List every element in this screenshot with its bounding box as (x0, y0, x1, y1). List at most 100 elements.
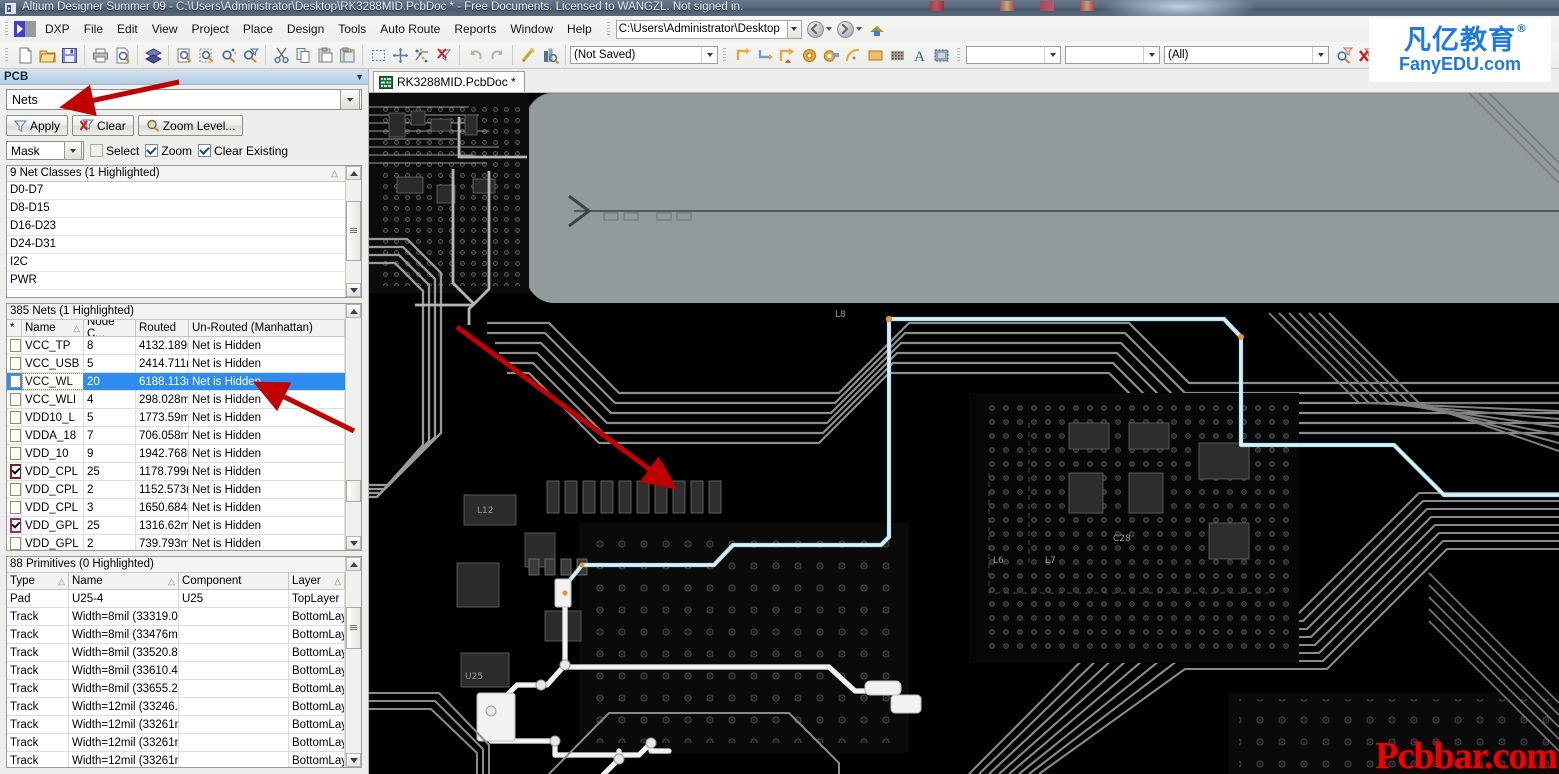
zoom-checkbox-box[interactable] (145, 144, 159, 157)
cut-button[interactable] (270, 44, 292, 66)
primitive-name[interactable]: Width=8mil (33476mil,: (69, 626, 179, 643)
net-row-unrouted[interactable]: Net is Hidden (189, 481, 345, 498)
mask-mode-combo[interactable]: Mask (6, 141, 84, 160)
net-row-checkbox[interactable] (7, 409, 22, 426)
checkbox-icon[interactable] (10, 393, 21, 406)
net-row-unrouted[interactable]: Net is Hidden (189, 409, 345, 426)
clear-existing-checkbox[interactable]: Clear Existing (198, 144, 288, 158)
table-row[interactable]: Pad U25-4 U25 TopLayer (7, 590, 345, 608)
select-area-button[interactable] (367, 44, 389, 66)
zoom-checkbox[interactable]: Zoom (145, 144, 192, 158)
net-row-nodes[interactable]: 4 (84, 391, 136, 408)
list-item[interactable]: D24-D31 (7, 236, 345, 254)
primitive-type[interactable]: Track (7, 716, 69, 733)
mask-mode-dropdown[interactable] (64, 141, 82, 160)
print-preview-button[interactable] (111, 44, 133, 66)
forward-history-caret-icon[interactable] (855, 27, 862, 31)
table-row[interactable]: Track Width=8mil (33520.8m BottomLay (7, 644, 345, 662)
net-row-nodes[interactable]: 5 (84, 409, 136, 426)
net-row-nodes[interactable]: 2 (84, 535, 136, 550)
primitive-component[interactable] (179, 644, 289, 661)
primitive-layer[interactable]: TopLayer (289, 590, 345, 607)
primitives-col-type[interactable]: Type △ (7, 573, 69, 589)
net-classes-scroll-up[interactable] (346, 166, 361, 180)
primitive-component[interactable] (179, 626, 289, 643)
net-row-routed[interactable]: 2414.711r (136, 355, 189, 372)
menu-item-project[interactable]: Project (185, 19, 236, 39)
table-row[interactable]: VDD_GPL 2 739.793m Net is Hidden (7, 535, 345, 550)
net-row-unrouted[interactable]: Net is Hidden (189, 337, 345, 354)
net-row-nodes[interactable]: 5 (84, 355, 136, 372)
object-kind-dropdown[interactable] (340, 89, 360, 110)
net-row-routed[interactable]: 1316.62m (136, 517, 189, 534)
place-polygon-button[interactable] (886, 44, 908, 66)
list-item[interactable]: I2C (7, 254, 345, 272)
net-row-nodes[interactable]: 8 (84, 337, 136, 354)
primitive-layer[interactable]: BottomLay (289, 644, 345, 661)
move-button[interactable] (389, 44, 411, 66)
net-row-nodes[interactable]: 25 (84, 517, 136, 534)
net-row-checkbox[interactable] (7, 373, 22, 390)
menu-item-place[interactable]: Place (236, 19, 280, 39)
table-row[interactable]: VDD_CPL 25 1178.799r Net is Hidden (7, 463, 345, 481)
net-row-routed[interactable]: 1178.799r (136, 463, 189, 480)
primitive-type[interactable]: Pad (7, 590, 69, 607)
primitive-layer[interactable]: BottomLay (289, 734, 345, 751)
net-row-name[interactable]: VDD_GPL (22, 517, 84, 534)
primitive-name[interactable]: Width=8mil (33520.8m (69, 644, 179, 661)
net-row-unrouted[interactable]: Net is Hidden (189, 499, 345, 516)
net-row-unrouted[interactable]: Net is Hidden (189, 445, 345, 462)
table-row[interactable]: Track Width=12mil (33261mil BottomLay (7, 716, 345, 734)
home-button[interactable] (868, 20, 886, 38)
checkbox-icon[interactable] (9, 518, 21, 533)
zoom-area-button[interactable] (195, 44, 217, 66)
nets-name-sort-icon[interactable]: △ (73, 323, 80, 334)
table-row[interactable]: Track Width=12mil (33261mil BottomLay (7, 734, 345, 752)
menu-item-help[interactable]: Help (560, 19, 599, 39)
menu-item-file[interactable]: File (77, 19, 110, 39)
object-kind-combo[interactable]: Nets (6, 89, 362, 110)
nets-col-unrouted[interactable]: Un-Routed (Manhattan) (189, 320, 345, 336)
net-row-name[interactable]: VDDA_18 (22, 427, 84, 444)
nets-scroll-thumb[interactable] (346, 480, 361, 502)
toolbar-grip-3[interactable] (955, 46, 963, 64)
primitives-col-component[interactable]: Component (179, 573, 289, 589)
clear-existing-checkbox-box[interactable] (198, 144, 212, 157)
net-classes-scrollbar[interactable] (345, 166, 361, 297)
net-row-checkbox[interactable] (7, 427, 22, 444)
net-row-checkbox[interactable] (7, 337, 22, 354)
list-item[interactable]: D16-D23 (7, 218, 345, 236)
chevron-down-icon[interactable]: ▼ (355, 72, 364, 82)
net-row-nodes[interactable]: 2 (84, 481, 136, 498)
net-row-routed[interactable]: 4132.189r (136, 337, 189, 354)
net-row-unrouted[interactable]: Net is Hidden (189, 373, 345, 390)
filter-net-combo[interactable] (1065, 46, 1160, 64)
checkbox-icon[interactable] (10, 483, 21, 496)
checkbox-icon[interactable] (10, 537, 21, 550)
primitive-component[interactable] (179, 662, 289, 679)
clear-button[interactable]: Clear (72, 115, 134, 136)
save-button[interactable] (58, 44, 80, 66)
primitive-layer[interactable]: BottomLay (289, 626, 345, 643)
copy-button[interactable] (292, 44, 314, 66)
net-row-name[interactable]: VDD_CPL (22, 481, 84, 498)
net-row-name[interactable]: VCC_USB (22, 355, 84, 372)
net-row-routed[interactable]: 298.028m (136, 391, 189, 408)
primitive-component[interactable] (179, 608, 289, 625)
primitives-name-sort-icon[interactable]: △ (168, 576, 175, 587)
net-row-unrouted[interactable]: Net is Hidden (189, 427, 345, 444)
redo-button[interactable] (486, 44, 508, 66)
menu-item-tools[interactable]: Tools (331, 19, 373, 39)
layer-stack-button[interactable] (142, 44, 164, 66)
menu-item-auto-route[interactable]: Auto Route (373, 19, 447, 39)
checkbox-icon[interactable] (10, 447, 21, 460)
net-classes-header[interactable]: 9 Net Classes (1 Highlighted) △ (7, 166, 345, 182)
table-row[interactable]: VDD_CPL 2 1152.573r Net is Hidden (7, 481, 345, 499)
net-classes-scroll-thumb[interactable] (346, 201, 361, 261)
net-row-routed[interactable]: 6188.113r (136, 373, 189, 390)
print-button[interactable] (89, 44, 111, 66)
place-via-button[interactable] (820, 44, 842, 66)
primitive-layer[interactable]: BottomLay (289, 662, 345, 679)
menu-item-view[interactable]: View (145, 19, 185, 39)
apply-filter-button[interactable] (1333, 44, 1355, 66)
